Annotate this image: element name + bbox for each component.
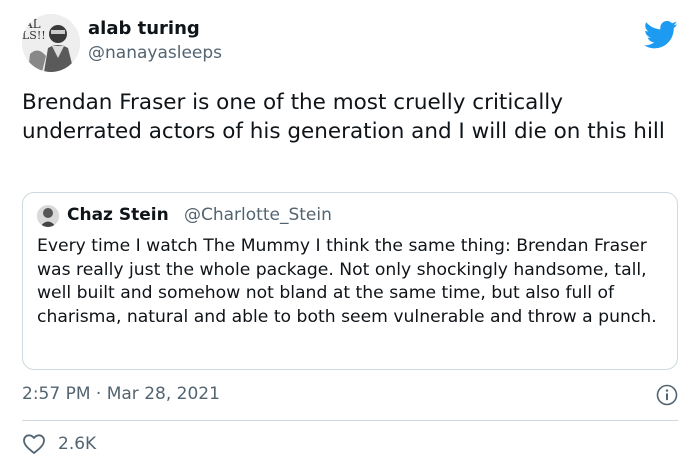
heart-outline-icon[interactable]	[22, 433, 46, 455]
author-handle[interactable]: @nanayasleeps	[88, 43, 222, 63]
quoted-tweet[interactable]: Chaz Stein @Charlotte_Stein Every time I…	[22, 192, 678, 370]
twitter-bird-icon[interactable]	[643, 20, 678, 50]
avatar-badge-text-2: LS!!	[22, 29, 46, 42]
quoted-tweet-body: Every time I watch The Mummy I think the…	[37, 236, 657, 327]
info-icon[interactable]	[656, 384, 678, 406]
tweet-header: AL LS!! alab turing @nanayasleeps	[22, 14, 678, 78]
tweet-body: Brendan Fraser is one of the most cruell…	[22, 90, 665, 144]
author-avatar[interactable]: AL LS!!	[22, 14, 80, 72]
divider	[22, 420, 678, 421]
author-display-name[interactable]: alab turing	[88, 18, 200, 39]
quoted-author-display-name[interactable]: Chaz Stein	[67, 205, 169, 225]
quoted-author-avatar[interactable]	[37, 205, 59, 227]
like-action[interactable]: 2.6K	[22, 431, 96, 457]
tweet-timestamp[interactable]: 2:57 PM · Mar 28, 2021	[22, 384, 220, 404]
like-count: 2.6K	[58, 434, 97, 454]
quoted-author-handle[interactable]: @Charlotte_Stein	[184, 205, 332, 225]
tweet-card: AL LS!! alab turing @nanayasleeps Brenda…	[0, 0, 700, 473]
